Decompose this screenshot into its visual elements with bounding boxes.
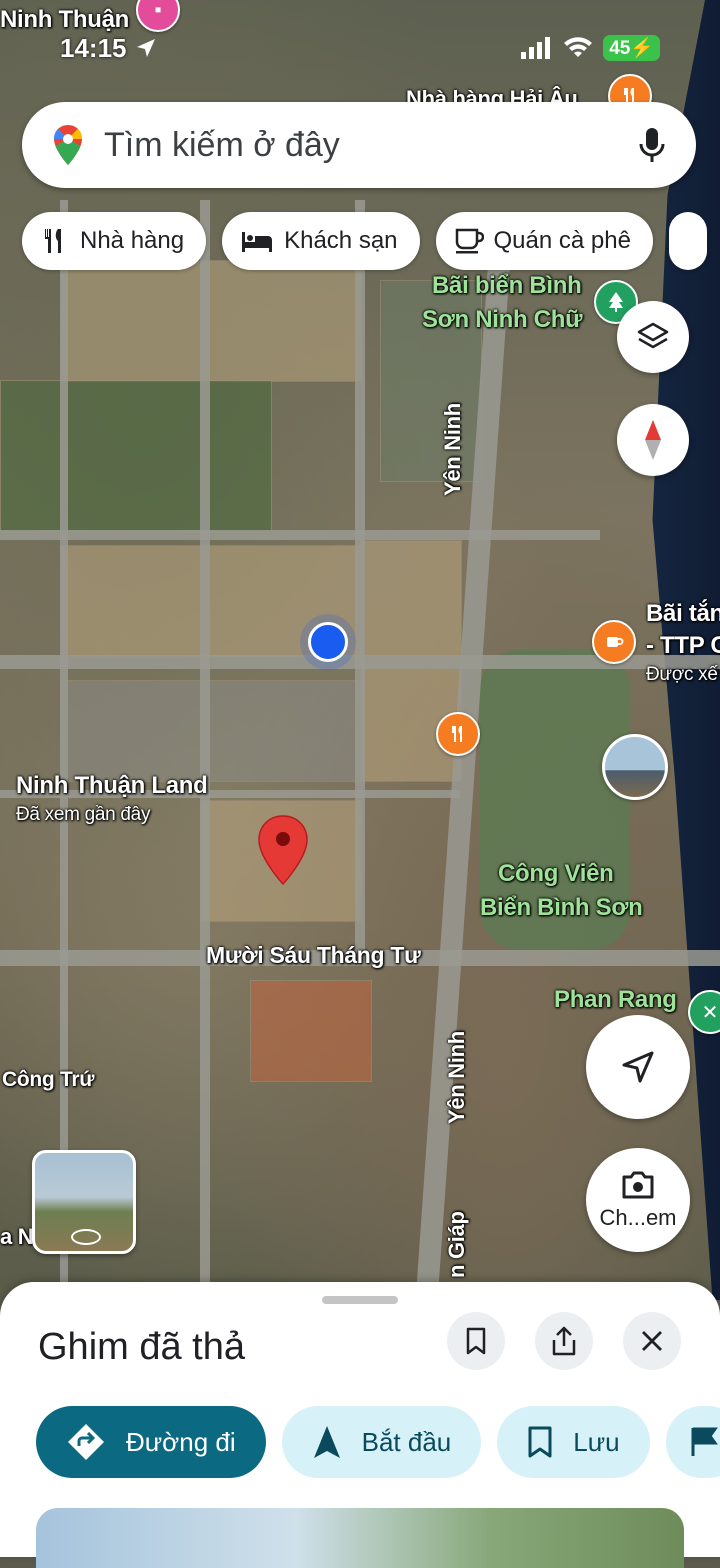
chip-label: Nhà hàng <box>80 227 185 254</box>
battery-indicator: 45⚡ <box>603 35 660 61</box>
restaurant-pin-icon[interactable] <box>436 712 480 756</box>
close-button[interactable] <box>623 1312 681 1370</box>
status-time: 14:15 <box>60 32 127 63</box>
battery-level: 45 <box>609 38 631 59</box>
chip-hotel[interactable]: Khách sạn <box>222 212 420 270</box>
chip-label: Khách sạn <box>284 227 398 254</box>
map-label: Sơn Ninh Chữ <box>422 306 583 333</box>
map-block <box>60 680 362 782</box>
close-icon <box>642 1331 662 1351</box>
map-label: - TTP C <box>646 632 720 659</box>
map-label: Bãi tắn <box>646 600 720 627</box>
map-label: Phan Rang <box>554 986 677 1013</box>
dropped-pin-sheet: Ghim đã thả Đường đi Bắt đầu Lưu <box>0 1282 720 1568</box>
street-view-thumbnail[interactable] <box>32 1150 136 1254</box>
map-label: n Giáp <box>444 1211 469 1278</box>
bookmark-icon <box>528 1426 552 1458</box>
search-input[interactable]: Tìm kiếm ở đây <box>104 126 638 165</box>
road <box>60 200 68 1300</box>
layers-button[interactable] <box>617 301 689 373</box>
road <box>200 200 210 1300</box>
camera-icon <box>622 1171 654 1199</box>
share-button[interactable] <box>535 1312 593 1370</box>
coffee-pin-icon[interactable] <box>592 620 636 664</box>
start-button[interactable]: Bắt đầu <box>281 1406 482 1478</box>
map-block <box>0 380 272 532</box>
bookmark-button[interactable] <box>447 1312 505 1370</box>
action-label: Đường đi <box>126 1426 236 1457</box>
share-icon <box>552 1326 576 1356</box>
status-bar: 14:15 45⚡ <box>60 28 660 68</box>
category-chips: Nhà hàng Khách sạn Quán cà phê <box>22 212 707 270</box>
lens-button[interactable]: Ch...em <box>586 1148 690 1252</box>
dropped-pin-icon[interactable] <box>256 814 310 886</box>
map-label: a N <box>0 1224 34 1249</box>
map-block <box>60 260 362 382</box>
map-label: Được xế <box>646 664 718 685</box>
my-location-button[interactable] <box>586 1015 690 1119</box>
bookmark-icon <box>466 1327 486 1355</box>
place-photo[interactable] <box>36 1508 684 1568</box>
map-label: Yên Ninh <box>440 403 465 496</box>
chip-restaurant[interactable]: Nhà hàng <box>22 212 207 270</box>
map-label: Công Trứ <box>2 1068 95 1091</box>
rotate-360-icon <box>71 1229 101 1245</box>
navigation-arrow-icon <box>622 1051 654 1083</box>
map-label: Mười Sáu Tháng Tư <box>206 942 421 968</box>
search-bar[interactable]: Tìm kiếm ở đây <box>22 102 696 188</box>
action-label: Lưu <box>573 1426 620 1457</box>
lens-label: Ch...em <box>599 1205 677 1230</box>
directions-button[interactable]: Đường đi <box>36 1406 266 1478</box>
map-label: Đã xem gần đây <box>16 804 151 825</box>
road <box>355 200 365 960</box>
google-maps-logo-icon <box>54 125 82 165</box>
chip-coffee[interactable]: Quán cà phê <box>435 212 653 270</box>
flag-icon <box>691 1427 718 1456</box>
sheet-title: Ghim đã thả <box>38 1326 245 1368</box>
compass-button[interactable] <box>617 404 689 476</box>
photo-pin[interactable] <box>602 734 668 800</box>
compass-icon <box>645 420 661 460</box>
map-label: Biển Bình Sơn <box>480 894 643 921</box>
sheet-drag-handle[interactable] <box>322 1296 398 1304</box>
action-buttons: Đường đi Bắt đầu Lưu <box>36 1406 720 1478</box>
navigation-icon <box>313 1426 340 1458</box>
restaurant-icon <box>45 229 61 253</box>
more-action-button[interactable] <box>665 1406 720 1478</box>
hotel-icon <box>242 232 273 252</box>
coffee-icon <box>455 228 484 254</box>
directions-icon <box>68 1424 104 1460</box>
chip-more[interactable] <box>668 212 707 270</box>
road <box>0 530 600 540</box>
map-label: Công Viên <box>498 860 614 887</box>
map-label: Ninh Thuận Land <box>16 772 208 799</box>
layers-icon <box>637 322 669 349</box>
microphone-icon[interactable] <box>638 126 666 164</box>
signal-icon <box>521 37 551 59</box>
current-location-dot <box>308 622 348 662</box>
save-button[interactable]: Lưu <box>497 1406 650 1478</box>
action-label: Bắt đầu <box>361 1426 452 1457</box>
sports-pin-icon[interactable]: ✕ <box>688 990 720 1034</box>
location-arrow-icon <box>136 39 155 57</box>
map-label: Bãi biển Bình <box>432 272 582 299</box>
chip-label: Quán cà phê <box>493 227 631 254</box>
map-label: Yên Ninh <box>444 1031 469 1124</box>
map-block <box>250 980 372 1082</box>
wifi-icon <box>564 37 593 57</box>
